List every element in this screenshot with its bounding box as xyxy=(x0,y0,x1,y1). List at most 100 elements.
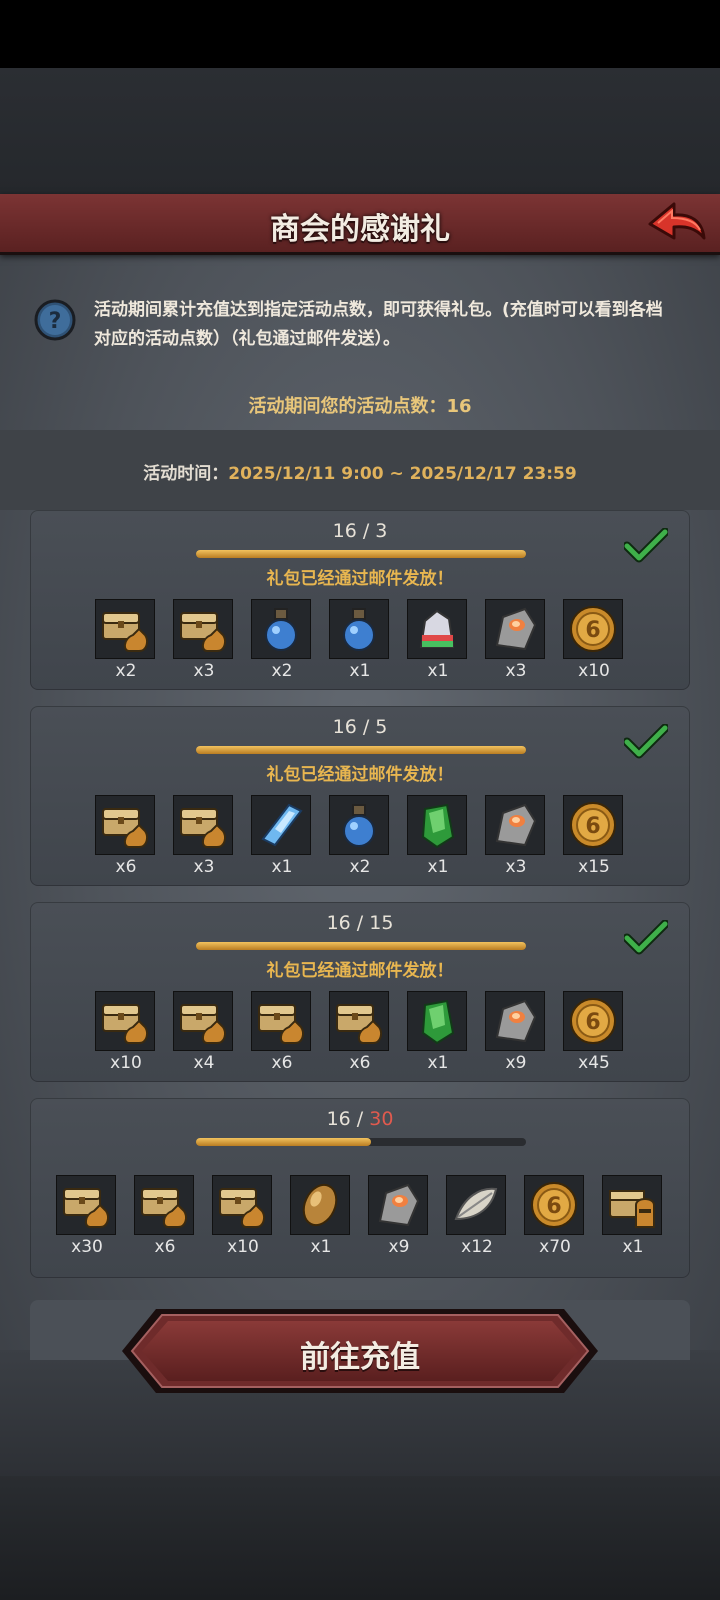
svg-text:6: 6 xyxy=(585,618,600,643)
reward-item[interactable]: x1 xyxy=(290,1175,352,1257)
tier-status-text: 礼包已经通过邮件发放！ xyxy=(266,569,454,589)
reward-quantity: x10 xyxy=(578,661,610,681)
back-button[interactable] xyxy=(646,200,708,246)
rainbow-crystal-icon xyxy=(407,599,467,659)
reward-item[interactable]: x1 xyxy=(407,795,469,877)
reward-tier: 16 / 3 礼包已经通过邮件发放！ x2 x3 x2 x1 x1 x3 6 x10 xyxy=(30,510,690,690)
tier-reward-items: x6 x3 x1 x2 x1 x3 6 x15 xyxy=(30,795,690,877)
reward-item[interactable]: x2 xyxy=(329,795,391,877)
reward-quantity: x30 xyxy=(71,1237,103,1257)
points-line: 活动期间您的活动点数：16 xyxy=(0,392,720,418)
reward-item[interactable]: x1 xyxy=(407,991,469,1073)
reward-item[interactable]: x1 xyxy=(602,1175,664,1257)
reward-quantity: x1 xyxy=(310,1237,332,1257)
reward-item[interactable]: x2 xyxy=(251,599,313,681)
ore-stone-icon xyxy=(368,1175,428,1235)
time-value: 2025/12/11 9:00 ~ 2025/12/17 23:59 xyxy=(228,464,577,484)
back-arrow-icon xyxy=(648,202,706,240)
reward-item[interactable]: x6 xyxy=(134,1175,196,1257)
page-title: 商会的感谢礼 xyxy=(270,212,450,247)
recharge-button[interactable] xyxy=(120,1305,600,1397)
reward-item[interactable]: x3 xyxy=(173,599,235,681)
ore-stone-icon xyxy=(485,599,545,659)
reward-quantity: x1 xyxy=(271,857,293,877)
tier-progress-bar xyxy=(196,1138,526,1146)
reward-tier: 16 / 30 x30 x6 x10 x1 x9 x12 6 x70 x1 xyxy=(30,1098,690,1278)
reward-item[interactable]: x10 xyxy=(95,991,157,1073)
tier-reward-items: x30 x6 x10 x1 x9 x12 6 x70 x1 xyxy=(30,1175,690,1257)
reward-item[interactable]: x30 xyxy=(56,1175,118,1257)
chest-bag-icon xyxy=(212,1175,272,1235)
tier-progress-text: 16 / 30 xyxy=(30,1108,690,1130)
chest-bag-icon xyxy=(251,991,311,1051)
reward-item[interactable]: 6 x10 xyxy=(563,599,625,681)
tier-reward-items: x2 x3 x2 x1 x1 x3 6 x10 xyxy=(30,599,690,681)
chest-bag-icon xyxy=(329,991,389,1051)
reward-item[interactable]: x3 xyxy=(485,795,547,877)
reward-quantity: x9 xyxy=(388,1237,410,1257)
tier-progress-text: 16 / 5 xyxy=(30,716,690,738)
reward-quantity: x4 xyxy=(193,1053,215,1073)
ore-stone-icon xyxy=(485,795,545,855)
claimed-check-icon xyxy=(622,919,670,956)
svg-text:6: 6 xyxy=(546,1194,561,1219)
reward-quantity: x3 xyxy=(505,857,527,877)
reward-item[interactable]: x6 xyxy=(95,795,157,877)
reward-item[interactable]: 6 x70 xyxy=(524,1175,586,1257)
reward-quantity: x15 xyxy=(578,857,610,877)
help-icon[interactable]: ? xyxy=(33,298,77,342)
points-label: 活动期间您的活动点数： xyxy=(248,396,447,417)
tier-progress-bar xyxy=(196,550,526,558)
tier-progress-bar xyxy=(196,746,526,754)
tier-progress-text: 16 / 3 xyxy=(30,520,690,542)
tier-separator: / xyxy=(350,1108,370,1130)
gold-coin-icon: 6 xyxy=(563,795,623,855)
chest-bag-icon xyxy=(95,795,155,855)
tier-progress-fill xyxy=(196,746,526,754)
reward-quantity: x1 xyxy=(349,661,371,681)
chest-bag-icon xyxy=(173,599,233,659)
blue-potion-icon xyxy=(329,795,389,855)
reward-item[interactable]: x4 xyxy=(173,991,235,1073)
blue-potion-icon xyxy=(329,599,389,659)
reward-item[interactable]: 6 x15 xyxy=(563,795,625,877)
reward-quantity: x6 xyxy=(349,1053,371,1073)
green-gem-icon xyxy=(407,795,467,855)
reward-item[interactable]: x10 xyxy=(212,1175,274,1257)
reward-quantity: x2 xyxy=(271,661,293,681)
tier-status-text: 礼包已经通过邮件发放！ xyxy=(266,961,454,981)
reward-item[interactable]: x1 xyxy=(251,795,313,877)
tier-required-points: 15 xyxy=(369,912,394,934)
reward-quantity: x1 xyxy=(622,1237,644,1257)
event-notice: 活动期间累计充值达到指定活动点数，即可获得礼包。(充值时可以看到各档对应的活动点… xyxy=(94,300,663,349)
reward-item[interactable]: x9 xyxy=(485,991,547,1073)
svg-text:?: ? xyxy=(49,309,62,334)
chest-bag-icon xyxy=(173,795,233,855)
reward-item[interactable]: 6 x45 xyxy=(563,991,625,1073)
reward-item[interactable]: x9 xyxy=(368,1175,430,1257)
tier-current-points: 16 xyxy=(332,716,357,738)
reward-item[interactable]: x3 xyxy=(485,599,547,681)
reward-item[interactable]: x12 xyxy=(446,1175,508,1257)
reward-quantity: x1 xyxy=(427,1053,449,1073)
chest-bag-icon xyxy=(56,1175,116,1235)
claimed-check-icon xyxy=(622,723,670,760)
reward-quantity: x6 xyxy=(115,857,137,877)
title-bar: 商会的感谢礼 xyxy=(0,194,720,255)
reward-item[interactable]: x6 xyxy=(329,991,391,1073)
tier-progress-text: 16 / 15 xyxy=(30,912,690,934)
reward-item[interactable]: x6 xyxy=(251,991,313,1073)
reward-item[interactable]: x1 xyxy=(329,599,391,681)
tier-progress-bar xyxy=(196,942,526,950)
reward-item[interactable]: x2 xyxy=(95,599,157,681)
gold-coin-icon: 6 xyxy=(563,599,623,659)
ore-stone-icon xyxy=(485,991,545,1051)
tier-separator: / xyxy=(350,912,370,934)
blue-crystal-icon xyxy=(251,795,311,855)
recharge-button-frame xyxy=(122,1309,598,1393)
reward-item[interactable]: x3 xyxy=(173,795,235,877)
chest-bag-icon xyxy=(95,991,155,1051)
reward-item[interactable]: x1 xyxy=(407,599,469,681)
tier-current-points: 16 xyxy=(326,912,351,934)
green-gem-icon xyxy=(407,991,467,1051)
